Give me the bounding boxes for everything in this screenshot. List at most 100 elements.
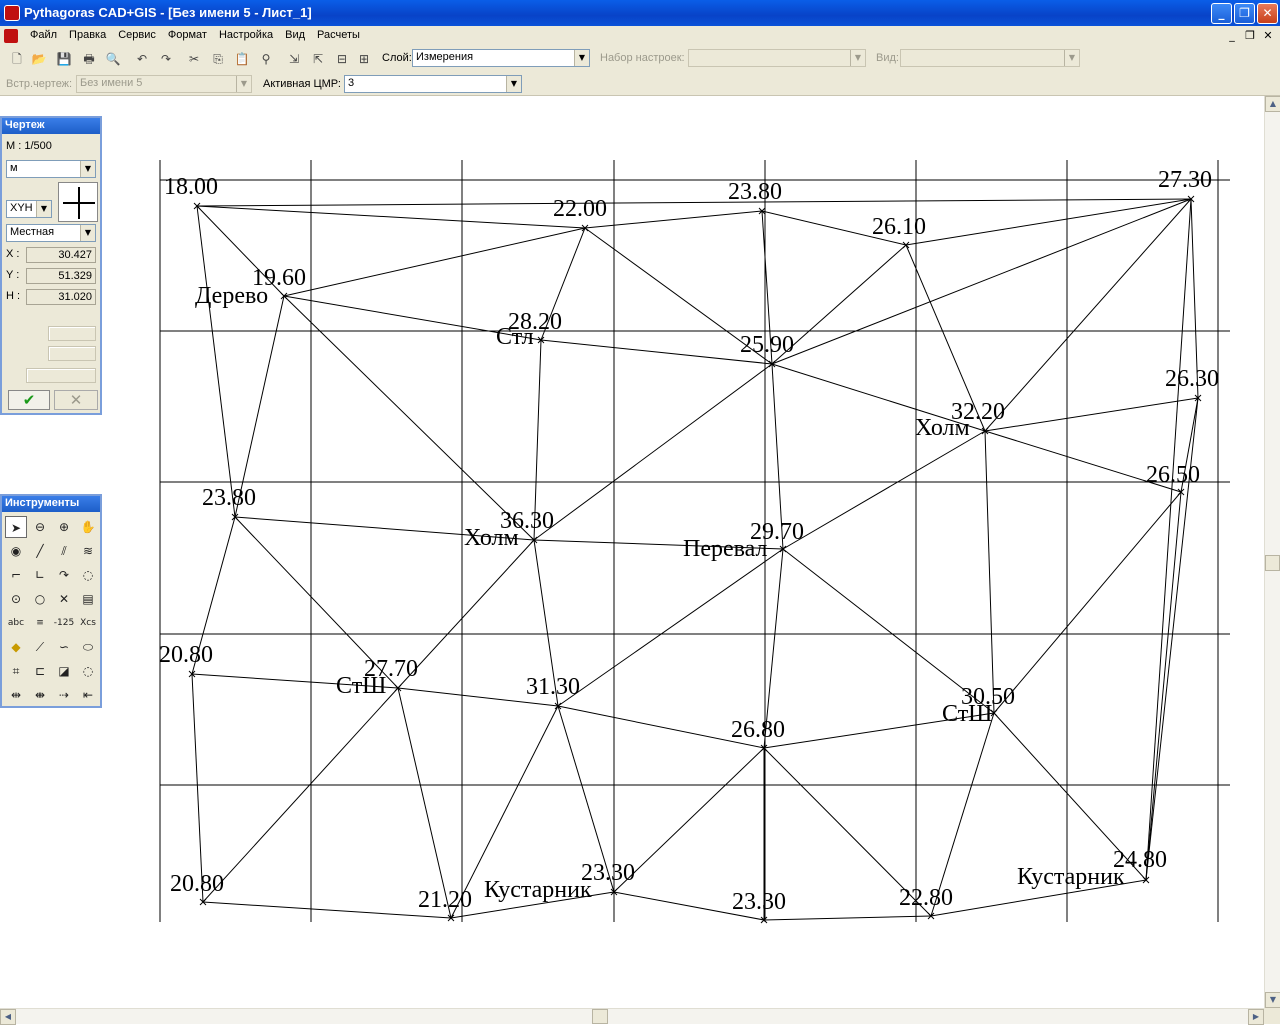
corner-icon[interactable]: ∟: [29, 564, 51, 586]
print-preview-icon[interactable]: 🔍: [104, 50, 122, 68]
spline-icon[interactable]: ∽: [53, 636, 75, 658]
distribute-icon[interactable]: ⊞: [355, 50, 373, 68]
trim-icon[interactable]: ⊏: [29, 660, 51, 682]
intersection-icon[interactable]: ✕: [53, 588, 75, 610]
app-icon[interactable]: [4, 5, 20, 21]
align-icon[interactable]: ⊟: [333, 50, 351, 68]
maximize-button[interactable]: ❐: [1234, 3, 1255, 24]
mdi-minimize-button[interactable]: _: [1224, 28, 1240, 44]
vertical-scroll-thumb[interactable]: [1265, 555, 1280, 571]
chevron-down-icon[interactable]: ▼: [1064, 50, 1079, 66]
scroll-right-icon[interactable]: ▶: [1248, 1009, 1264, 1025]
paste-icon[interactable]: 📋: [233, 50, 251, 68]
find-icon[interactable]: ⚲: [257, 50, 275, 68]
arc-icon[interactable]: ⌐: [5, 564, 27, 586]
chevron-down-icon[interactable]: ▼: [36, 201, 51, 217]
tin-edge: [202, 687, 399, 903]
scroll-up-icon[interactable]: ▲: [1265, 96, 1280, 112]
tool-grid: ➤ ⊖ ⊕ ✋ ◉ ╱ ⫽ ≋ ⌐ ∟ ↷ ◌ ⊙ ○ ✕ ▤ abc ≡ -125 Xcs ◆ ⟋ ∽ ⬭ ⌗ ⊏ ◪ ◌ ⇹ ⇼ ⇢ ⇤: [5, 516, 101, 708]
layer-select-value: Измерения: [416, 51, 474, 63]
h-label: H :: [6, 290, 21, 302]
circle-icon[interactable]: ○: [29, 588, 51, 610]
layer-select[interactable]: Измерения ▼: [412, 49, 590, 67]
settings-set-select[interactable]: ▼: [688, 49, 866, 67]
hatch-icon[interactable]: ▤: [77, 588, 99, 610]
menu-format[interactable]: Формат: [162, 29, 213, 41]
elevation-label-icon[interactable]: -125: [53, 612, 75, 634]
copy-icon[interactable]: ⎘: [209, 50, 227, 68]
select-icon[interactable]: ➤: [5, 516, 27, 538]
print-icon[interactable]: 🖶: [80, 50, 98, 68]
mdi-close-button[interactable]: ✕: [1260, 28, 1276, 44]
pan-hand-icon[interactable]: ✋: [77, 516, 99, 538]
undo-icon[interactable]: ↶: [133, 50, 151, 68]
send-back-icon[interactable]: ⇲: [285, 50, 303, 68]
zoom-out-icon[interactable]: ⊖: [29, 516, 51, 538]
extend-icon[interactable]: ⇢: [53, 684, 75, 706]
menu-file[interactable]: Файл: [24, 29, 63, 41]
curve-icon[interactable]: ↷: [53, 564, 75, 586]
scroll-down-icon[interactable]: ▼: [1265, 992, 1280, 1008]
text-tool-icon[interactable]: ≡: [29, 612, 51, 634]
snap-icon[interactable]: ⇤: [77, 684, 99, 706]
elevation-label: 22.80: [899, 885, 953, 911]
view-label: Вид:: [876, 52, 899, 64]
coordinate-system-select[interactable]: Местная ▼: [6, 224, 96, 242]
menu-edit[interactable]: Правка: [63, 29, 112, 41]
chevron-down-icon[interactable]: ▼: [80, 161, 95, 177]
point-icon[interactable]: ◉: [5, 540, 27, 562]
crop-icon[interactable]: ⌗: [5, 660, 27, 682]
close-button[interactable]: ✕: [1257, 3, 1278, 24]
chevron-down-icon[interactable]: ▼: [574, 50, 589, 66]
chevron-down-icon[interactable]: ▼: [850, 50, 865, 66]
split-icon[interactable]: ⇹: [5, 684, 27, 706]
line-icon[interactable]: ╱: [29, 540, 51, 562]
apply-button[interactable]: ✔: [8, 390, 50, 410]
tools-panel: Инструменты ➤ ⊖ ⊕ ✋ ◉ ╱ ⫽ ≋ ⌐ ∟ ↷ ◌ ⊙ ○ ✕ ▤ abc ≡ -125 Xcs ◆…: [0, 494, 102, 708]
menu-settings[interactable]: Настройка: [213, 29, 279, 41]
view-select[interactable]: ▼: [900, 49, 1080, 67]
embedded-drawing-select[interactable]: Без имени 5 ▼: [76, 75, 252, 93]
horizontal-scrollbar[interactable]: ◀ ▶: [0, 1008, 1264, 1025]
bring-front-icon[interactable]: ⇱: [309, 50, 327, 68]
circle-arc-icon[interactable]: ◌: [77, 564, 99, 586]
edit-line-icon[interactable]: ⟋: [29, 636, 51, 658]
lasso-icon[interactable]: ◌: [77, 660, 99, 682]
parallel-line-icon[interactable]: ⫽: [53, 540, 75, 562]
text-abc-icon[interactable]: abc: [5, 612, 27, 634]
drawing-canvas[interactable]: 18.00 22.00 23.80 26.10 27.30 19.60 Дерево 28.2…: [0, 96, 1264, 1008]
chevron-down-icon[interactable]: ▼: [506, 76, 521, 92]
save-icon[interactable]: 💾: [55, 50, 73, 68]
embedded-drawing-value: Без имени 5: [80, 77, 143, 89]
horizontal-scroll-thumb[interactable]: [592, 1009, 608, 1024]
document-icon[interactable]: [4, 29, 18, 43]
multi-line-icon[interactable]: ≋: [77, 540, 99, 562]
tag-icon[interactable]: ◆: [5, 636, 27, 658]
zoom-in-icon[interactable]: ⊕: [53, 516, 75, 538]
tin-edge: [984, 430, 995, 714]
coord-mode-select[interactable]: XYH ▼: [6, 200, 52, 218]
minimize-button[interactable]: _: [1211, 3, 1232, 24]
vertical-scrollbar[interactable]: ▲ ▼: [1264, 96, 1280, 1008]
active-dtm-select[interactable]: 3 ▼: [344, 75, 522, 93]
menu-calculations[interactable]: Расчеты: [311, 29, 366, 41]
chevron-down-icon[interactable]: ▼: [80, 225, 95, 241]
circle-center-icon[interactable]: ⊙: [5, 588, 27, 610]
open-folder-icon[interactable]: 📂: [30, 50, 48, 68]
join-icon[interactable]: ⇼: [29, 684, 51, 706]
eraser-icon[interactable]: ◪: [53, 660, 75, 682]
menu-service[interactable]: Сервис: [112, 29, 162, 41]
chevron-down-icon[interactable]: ▼: [236, 76, 251, 92]
cut-icon[interactable]: ✂: [185, 50, 203, 68]
ellipse-icon[interactable]: ⬭: [77, 636, 99, 658]
survey-map[interactable]: 18.0022.0023.8026.1027.3019.60Дерево28.2…: [0, 96, 1264, 1008]
coordinates-label-icon[interactable]: Xcs: [77, 612, 99, 634]
redo-icon[interactable]: ↷: [157, 50, 175, 68]
scroll-left-icon[interactable]: ◀: [0, 1009, 16, 1025]
mdi-restore-button[interactable]: ❐: [1242, 28, 1258, 44]
unit-select[interactable]: м ▼: [6, 160, 96, 178]
cancel-button[interactable]: ✕: [54, 390, 98, 410]
menu-view[interactable]: Вид: [279, 29, 311, 41]
new-file-icon[interactable]: 🗋: [8, 50, 26, 68]
tin-edge: [533, 363, 773, 541]
